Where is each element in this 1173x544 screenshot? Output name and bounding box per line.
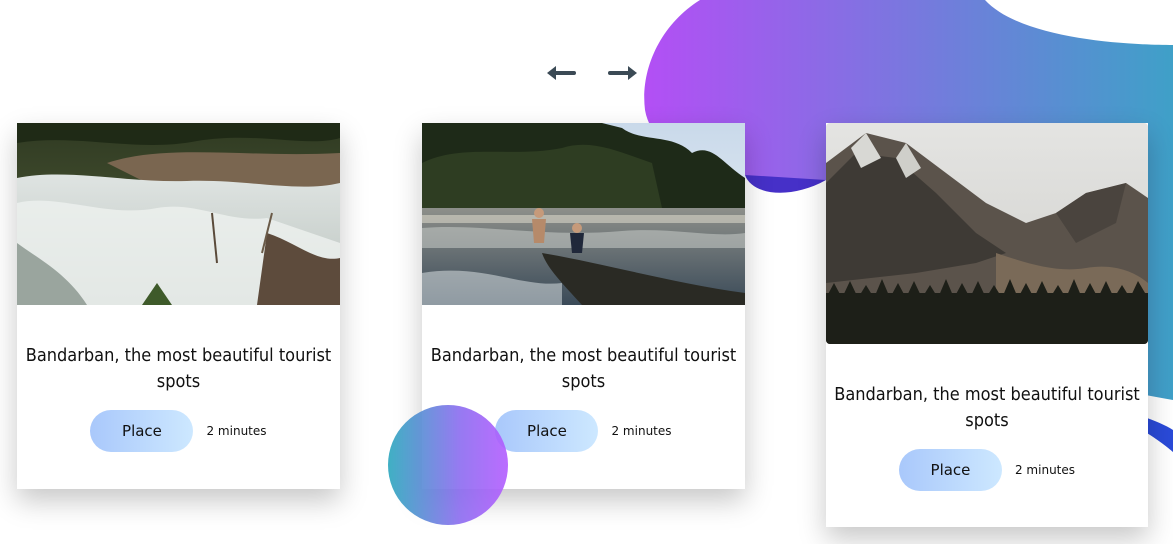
tour-card[interactable]: Bandarban, the most beautiful tourist sp… <box>17 123 340 489</box>
card-title: Bandarban, the most beautiful tourist sp… <box>834 384 1140 431</box>
card-title: Bandarban, the most beautiful tourist sp… <box>25 345 332 392</box>
prev-arrow-button[interactable] <box>544 60 578 86</box>
decorative-gradient-circle <box>388 405 508 525</box>
read-duration: 2 minutes <box>1014 463 1076 477</box>
next-arrow-button[interactable] <box>606 60 640 86</box>
tour-card[interactable]: Bandarban, the most beautiful tourist sp… <box>826 123 1148 527</box>
place-button[interactable]: Place <box>495 410 599 452</box>
card-title: Bandarban, the most beautiful tourist sp… <box>430 345 737 392</box>
mountain-photo <box>826 123 1148 344</box>
read-duration: 2 minutes <box>611 424 672 438</box>
place-button[interactable]: Place <box>898 449 1002 491</box>
arrow-left-icon <box>547 66 576 80</box>
river-boat-photo <box>422 123 745 305</box>
arrow-right-icon <box>608 66 637 80</box>
read-duration: 2 minutes <box>206 424 267 438</box>
place-button[interactable]: Place <box>90 410 194 452</box>
waterfall-photo <box>17 123 340 305</box>
